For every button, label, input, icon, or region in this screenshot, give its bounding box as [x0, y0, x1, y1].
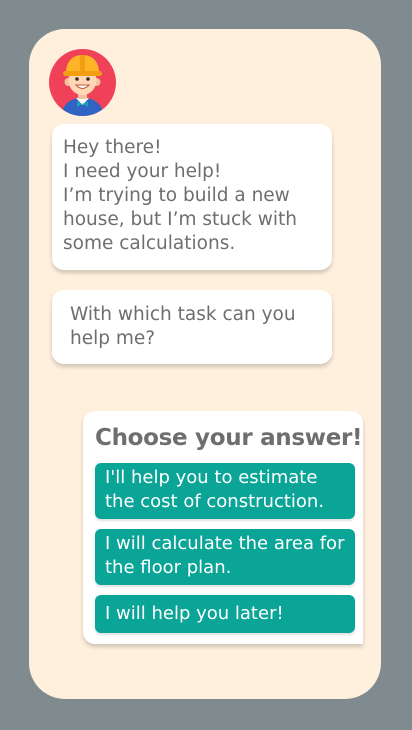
- answer-title: Choose your answer!: [95, 425, 363, 451]
- answer-option-floor-area[interactable]: I will calculate the area for the floor …: [95, 529, 355, 585]
- chat-panel: Hey there! I need your help! I’m trying …: [29, 29, 381, 699]
- message-bubble: With which task can you help me?: [52, 290, 332, 364]
- construction-worker-icon: [49, 49, 116, 116]
- answer-option-later[interactable]: I will help you later!: [95, 595, 355, 633]
- answer-option-estimate-cost[interactable]: I'll help you to estimate the cost of co…: [95, 463, 355, 519]
- avatar: [49, 49, 116, 116]
- answer-card: Choose your answer! I'll help you to est…: [83, 411, 363, 644]
- message-bubble: Hey there! I need your help! I’m trying …: [52, 124, 332, 270]
